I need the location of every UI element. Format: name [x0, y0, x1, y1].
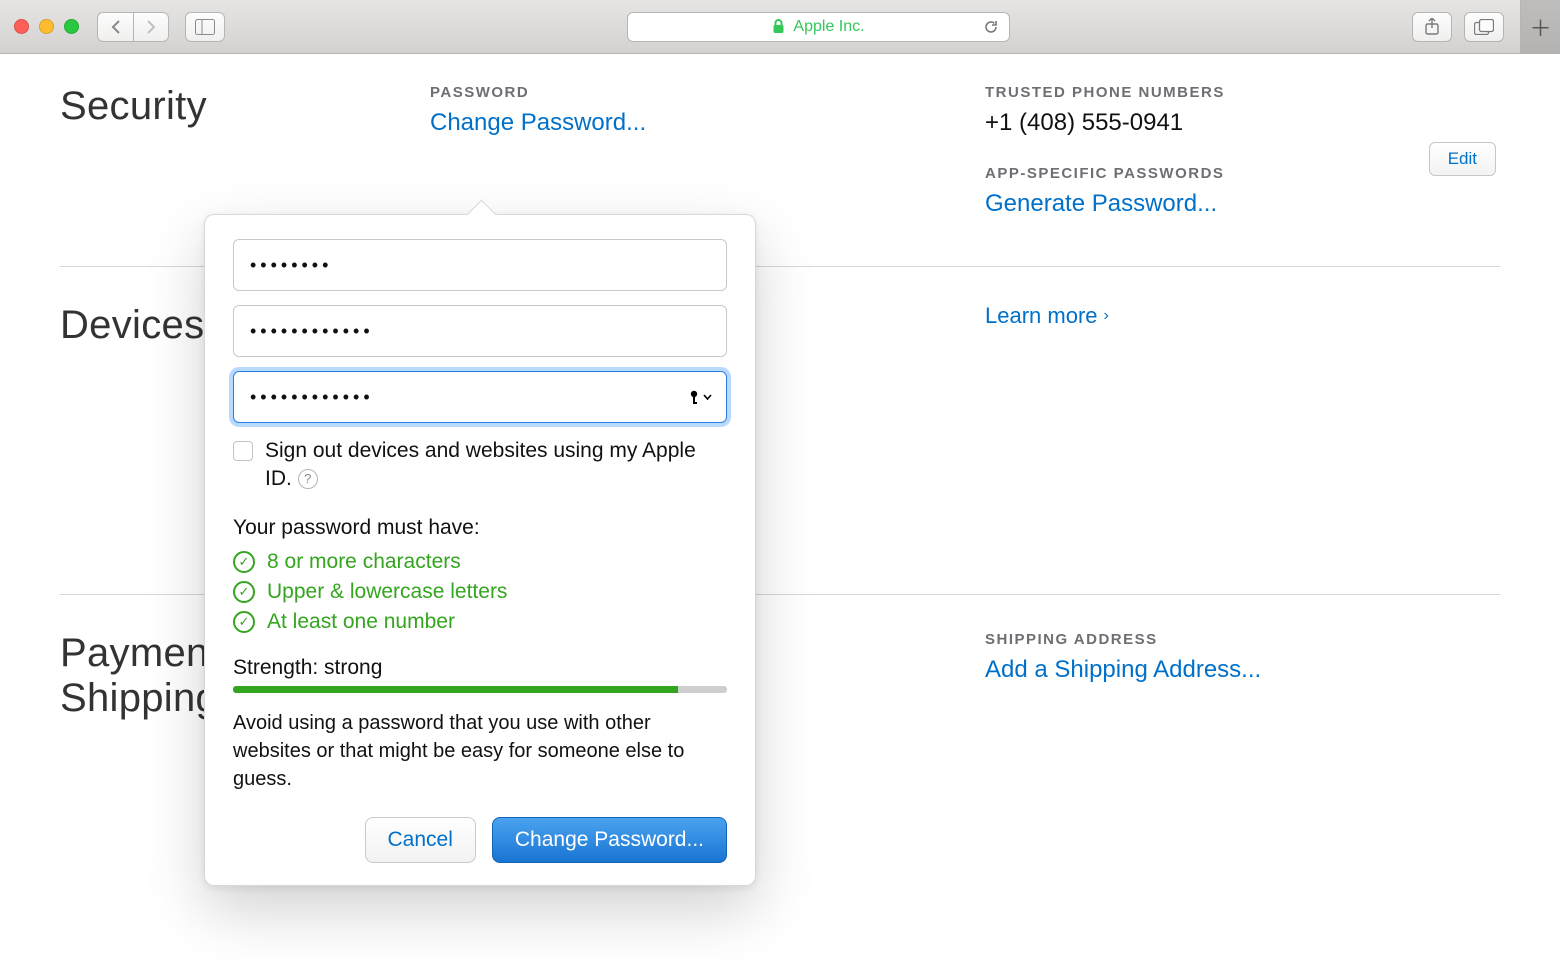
- app-specific-label: APP-SPECIFIC PASSWORDS: [985, 165, 1500, 182]
- requirement-text: Upper & lowercase letters: [267, 580, 507, 604]
- sidebar-toggle-button[interactable]: [185, 12, 225, 42]
- lock-icon: [772, 19, 785, 34]
- check-icon: ✓: [233, 611, 255, 633]
- tabs-overview-button[interactable]: [1464, 12, 1504, 42]
- password-mask: ••••••••: [250, 255, 332, 276]
- new-tab-button[interactable]: ＋: [1520, 0, 1560, 54]
- reload-button[interactable]: [983, 19, 999, 35]
- address-bar[interactable]: Apple Inc.: [627, 12, 1011, 42]
- back-button[interactable]: [97, 12, 133, 42]
- help-icon[interactable]: ?: [298, 469, 318, 489]
- requirements-list: ✓ 8 or more characters ✓ Upper & lowerca…: [233, 550, 727, 634]
- close-window-button[interactable]: [14, 19, 29, 34]
- signout-devices-label: Sign out devices and websites using my A…: [265, 437, 727, 494]
- password-mask: ••••••••••••: [250, 387, 374, 408]
- zoom-window-button[interactable]: [64, 19, 79, 34]
- current-password-input[interactable]: ••••••••: [233, 239, 727, 291]
- change-password-link[interactable]: Change Password...: [430, 109, 945, 137]
- strength-meter-fill: [233, 686, 678, 693]
- requirement-item: ✓ 8 or more characters: [233, 550, 727, 574]
- browser-titlebar: Apple Inc. ＋: [0, 0, 1560, 54]
- change-password-popover: •••••••• •••••••••••• •••••••••••• Sign …: [204, 214, 756, 886]
- chevron-right-icon: ›: [1104, 307, 1109, 325]
- nav-back-forward: [97, 12, 169, 42]
- forward-button[interactable]: [133, 12, 169, 42]
- trusted-phone-value: +1 (408) 555-0941: [985, 109, 1500, 137]
- strength-meter: [233, 686, 727, 693]
- password-mask: ••••••••••••: [250, 321, 374, 342]
- add-shipping-address-link[interactable]: Add a Shipping Address...: [985, 656, 1500, 684]
- strength-label: Strength: strong: [233, 656, 727, 680]
- shipping-address-label: SHIPPING ADDRESS: [985, 631, 1500, 648]
- requirement-item: ✓ At least one number: [233, 610, 727, 634]
- learn-more-text: Learn more: [985, 303, 1098, 329]
- requirement-text: 8 or more characters: [267, 550, 461, 574]
- security-section: Security PASSWORD Change Password... TRU…: [60, 84, 1500, 218]
- requirement-item: ✓ Upper & lowercase letters: [233, 580, 727, 604]
- signout-text: Sign out devices and websites using my A…: [265, 439, 696, 490]
- change-password-submit-button[interactable]: Change Password...: [492, 817, 727, 863]
- requirement-text: At least one number: [267, 610, 455, 634]
- new-password-input[interactable]: ••••••••••••: [233, 305, 727, 357]
- password-advice: Avoid using a password that you use with…: [233, 709, 727, 793]
- confirm-password-input[interactable]: ••••••••••••: [233, 371, 727, 423]
- generate-password-link[interactable]: Generate Password...: [985, 190, 1500, 218]
- minimize-window-button[interactable]: [39, 19, 54, 34]
- password-label: PASSWORD: [430, 84, 945, 101]
- devices-learn-more-link[interactable]: Learn more ›: [985, 303, 1109, 329]
- cancel-button[interactable]: Cancel: [365, 817, 476, 863]
- edit-button[interactable]: Edit: [1429, 142, 1496, 176]
- signout-devices-checkbox[interactable]: [233, 441, 253, 461]
- check-icon: ✓: [233, 581, 255, 603]
- requirements-title: Your password must have:: [233, 516, 727, 540]
- traffic-lights: [14, 19, 79, 34]
- trusted-phone-label: TRUSTED PHONE NUMBERS: [985, 84, 1500, 101]
- check-icon: ✓: [233, 551, 255, 573]
- security-title: Security: [60, 84, 390, 218]
- share-button[interactable]: [1412, 12, 1452, 42]
- address-bar-text: Apple Inc.: [793, 18, 864, 36]
- password-autofill-icon[interactable]: [687, 389, 712, 405]
